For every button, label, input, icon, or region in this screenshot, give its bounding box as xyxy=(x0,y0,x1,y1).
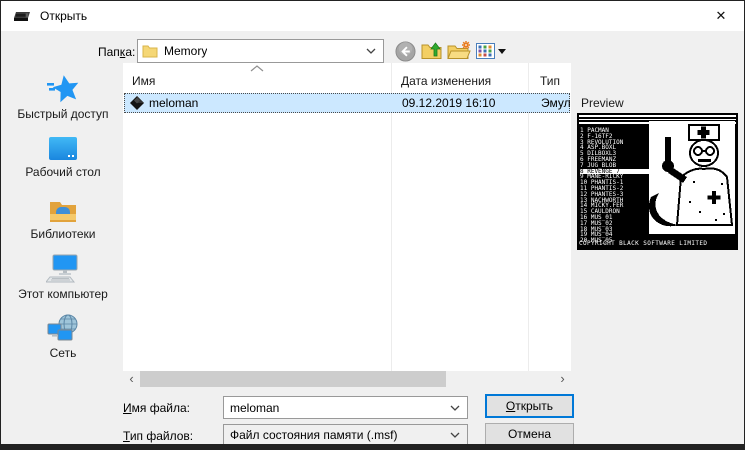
preview-label: Preview xyxy=(581,96,624,110)
folder-icon xyxy=(142,45,158,58)
sort-ascending-icon xyxy=(250,65,264,72)
views-grid-icon xyxy=(476,43,495,59)
column-header-date-modified[interactable]: Дата изменения xyxy=(401,74,491,88)
sidebar-item-libraries[interactable]: Библиотеки xyxy=(9,197,117,241)
scrollbar-thumb[interactable] xyxy=(140,371,446,387)
new-folder-icon xyxy=(447,41,471,59)
preview-copyright: COPYRIGHT BLACK SOFTWARE LIMITED xyxy=(579,240,708,247)
file-row-selected[interactable]: meloman 09.12.2019 16:10 Эмул xyxy=(124,93,570,113)
filetype-label: Тип файлов: xyxy=(123,429,194,443)
preview-artwork xyxy=(649,121,735,234)
sidebar-item-desktop[interactable]: Рабочий стол xyxy=(9,136,117,179)
scroll-right-button[interactable]: › xyxy=(554,371,571,387)
open-file-dialog: Открыть ✕ Папка: Memory Быстрый доступ Р… xyxy=(0,0,745,450)
file-type: Эмул xyxy=(541,96,570,110)
scroll-left-button[interactable]: ‹ xyxy=(123,371,140,387)
chevron-down-icon xyxy=(450,432,460,438)
column-header-name[interactable]: Имя xyxy=(132,74,155,88)
up-one-level-button[interactable] xyxy=(420,39,444,63)
sidebar-item-label: Библиотеки xyxy=(30,227,96,241)
sidebar-item-label: Быстрый доступ xyxy=(17,107,109,121)
emulator-file-icon xyxy=(130,96,144,110)
chevron-down-icon xyxy=(366,48,376,54)
filetype-combobox[interactable]: Файл состояния памяти (.msf) xyxy=(223,424,468,444)
folder-combobox[interactable]: Memory xyxy=(137,39,384,63)
column-header-type[interactable]: Тип xyxy=(540,74,560,88)
file-date-modified: 09.12.2019 16:10 xyxy=(402,96,496,110)
sidebar-item-quick-access[interactable]: Быстрый доступ xyxy=(9,74,117,121)
sidebar-item-label: Рабочий стол xyxy=(25,165,101,179)
filename-value: meloman xyxy=(230,400,280,415)
filetype-value: Файл состояния памяти (.msf) xyxy=(230,428,398,442)
new-folder-button[interactable] xyxy=(447,39,471,63)
zx-spectrum-app-icon xyxy=(14,12,30,21)
sidebar-item-label: Сеть xyxy=(49,346,77,360)
back-icon xyxy=(394,40,416,62)
sidebar-item-label: Этот компьютер xyxy=(18,287,108,301)
close-icon: ✕ xyxy=(715,8,727,23)
views-menu-button[interactable] xyxy=(474,39,508,63)
preview-image: 1 PACMAN 2 F-16TF2 3 REVOLUTION 4 ASP.BOXL 5… xyxy=(577,113,738,250)
dialog-title: Открыть xyxy=(40,9,88,23)
loader-stripe xyxy=(579,115,736,117)
dropdown-arrow-icon xyxy=(498,48,506,54)
chevron-down-icon xyxy=(450,405,460,411)
folder-label: Папка: xyxy=(98,45,136,59)
horizontal-scrollbar[interactable]: ‹ › xyxy=(123,371,571,387)
sidebar-item-network[interactable]: Сеть xyxy=(9,314,117,360)
libraries-icon xyxy=(50,202,76,222)
back-button[interactable] xyxy=(393,39,417,63)
loader-stripe xyxy=(579,119,736,120)
up-folder-icon xyxy=(421,42,442,59)
sidebar-item-this-pc[interactable]: Этот компьютер xyxy=(9,254,117,301)
cancel-button[interactable]: Отмена xyxy=(485,423,574,444)
filename-label: Имя файла: xyxy=(123,401,190,415)
network-icon xyxy=(47,314,78,341)
titlebar: Открыть ✕ xyxy=(1,1,744,31)
close-button[interactable]: ✕ xyxy=(698,1,744,31)
file-list: Имя Дата изменения Тип meloman 09.12.201… xyxy=(123,63,571,371)
open-button[interactable]: Открыть xyxy=(485,394,574,418)
quick-access-icon xyxy=(47,75,79,103)
desktop-icon xyxy=(49,137,77,160)
filename-combobox[interactable]: meloman xyxy=(223,396,468,419)
this-pc-icon xyxy=(46,254,78,283)
folder-combobox-value: Memory xyxy=(164,44,208,58)
preview-menu: 1 PACMAN 2 F-16TF2 3 REVOLUTION 4 ASP.BOXL 5… xyxy=(580,128,650,244)
file-name: meloman xyxy=(149,96,199,110)
